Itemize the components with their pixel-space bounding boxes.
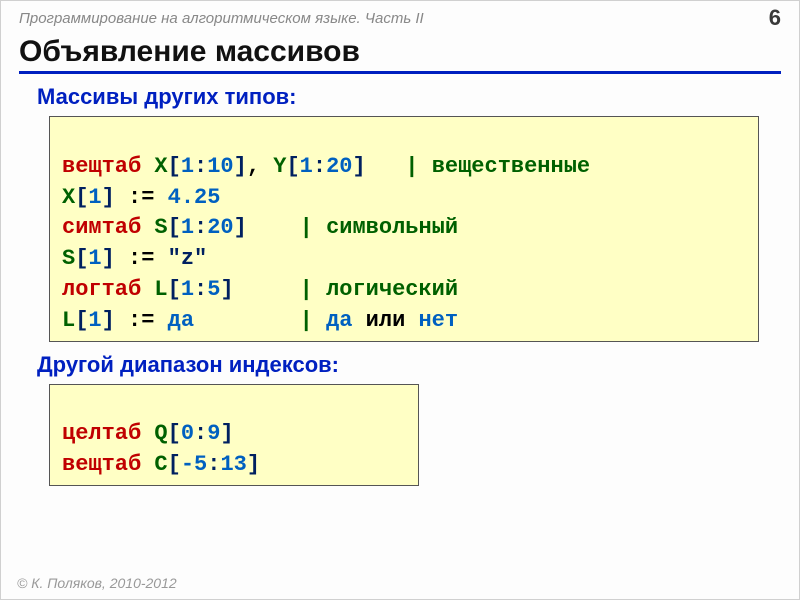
section2-title: Другой диапазон индексов:	[37, 352, 799, 378]
identifier: X	[154, 154, 167, 179]
doc-title: Программирование на алгоритмическом язык…	[19, 10, 424, 27]
page-title: Объявление массивов	[19, 35, 781, 74]
top-bar: Программирование на алгоритмическом язык…	[1, 1, 799, 33]
keyword: вещтаб	[62, 154, 141, 179]
section1-title: Массивы других типов:	[37, 84, 799, 110]
code-block-2: целтаб Q[0:9] вещтаб C[-5:13]	[49, 384, 419, 486]
footer-copyright: © К. Поляков, 2010-2012	[17, 575, 177, 591]
comment: вещественные	[432, 154, 590, 179]
page-number: 6	[769, 5, 781, 31]
code-block-1: вещтаб X[1:10], Y[1:20] | вещественные X…	[49, 116, 759, 342]
